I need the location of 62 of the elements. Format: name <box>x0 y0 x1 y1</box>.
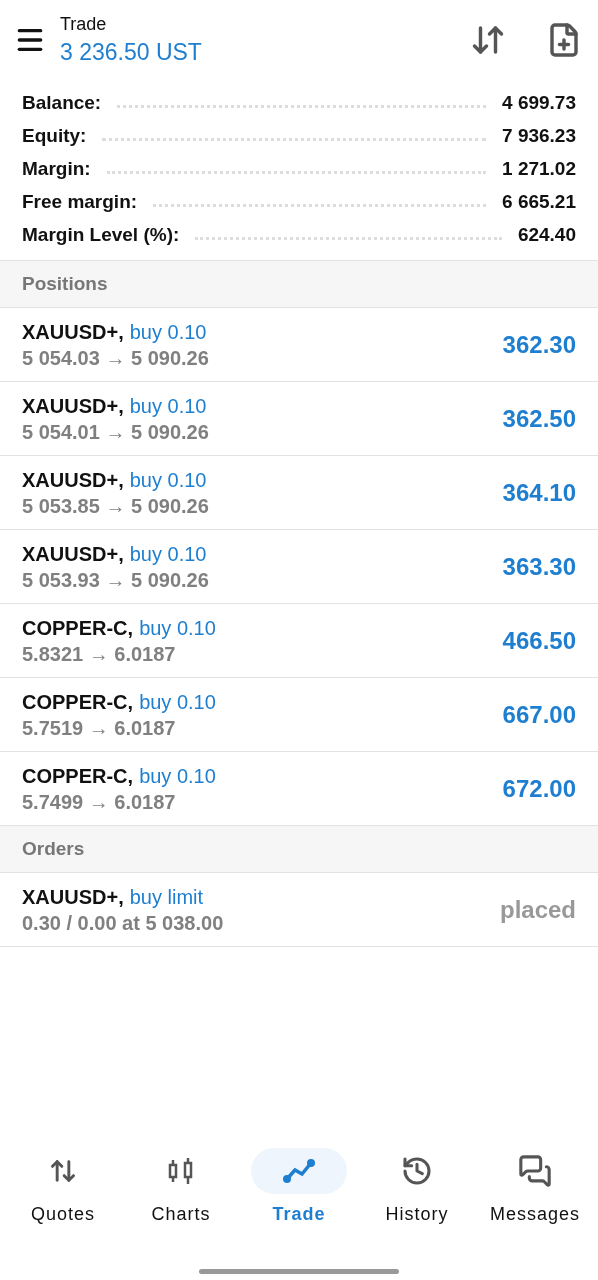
trade-side: buy 0.10 <box>139 690 216 714</box>
trade-side: buy 0.10 <box>139 616 216 640</box>
price-range: 5.7499 → 6.0187 <box>22 790 177 814</box>
account-balance: 3 236.50 UST <box>60 39 203 66</box>
nav-tab[interactable]: Messages <box>480 1148 590 1225</box>
up-down-arrows-icon <box>49 1157 77 1185</box>
summary-value: 7 936.23 <box>502 125 576 147</box>
summary-label: Margin: <box>22 158 91 180</box>
position-row[interactable]: COPPER-C, buy 0.10 5.8321 → 6.0187 466.50 <box>0 604 598 678</box>
summary-label: Balance: <box>22 92 102 114</box>
summary-label: Equity: <box>22 125 87 147</box>
profit-value: 466.50 <box>502 627 576 655</box>
price-range: 5 053.93 → 5 090.26 <box>22 568 210 592</box>
order-status: placed <box>499 896 576 924</box>
position-row[interactable]: XAUUSD+, buy 0.10 5 054.01 → 5 090.26 362.50 <box>0 382 598 456</box>
price-range: 5.8321 → 6.0187 <box>22 642 177 666</box>
trade-side: buy 0.10 <box>129 394 207 418</box>
candlestick-icon <box>167 1156 195 1186</box>
nav-tab[interactable]: Charts <box>126 1148 236 1225</box>
summary-value: 4 699.73 <box>502 92 576 114</box>
nav-tab[interactable]: Quotes <box>8 1148 118 1225</box>
position-row[interactable]: XAUUSD+, buy 0.10 5 053.85 → 5 090.26 364.10 <box>0 456 598 530</box>
trade-side: buy 0.10 <box>129 320 207 344</box>
history-icon <box>401 1155 433 1187</box>
profit-value: 667.00 <box>502 701 576 729</box>
trade-side: buy 0.10 <box>129 468 207 492</box>
messages-icon <box>518 1154 552 1188</box>
position-row[interactable]: COPPER-C, buy 0.10 5.7519 → 6.0187 667.00 <box>0 678 598 752</box>
profit-value: 363.30 <box>502 553 576 581</box>
price-range: 5 054.03 → 5 090.26 <box>22 346 210 370</box>
trade-side: buy 0.10 <box>139 764 216 788</box>
order-details: 0.30 / 0.00 at 5 038.00 <box>22 911 225 935</box>
summary-value: 6 665.21 <box>502 191 576 213</box>
symbol: XAUUSD+, <box>22 542 124 566</box>
symbol: COPPER-C, <box>22 764 134 788</box>
profit-value: 362.50 <box>502 405 576 433</box>
symbol: XAUUSD+, <box>22 885 124 909</box>
profit-value: 364.10 <box>502 479 576 507</box>
order-type: buy limit <box>129 885 204 909</box>
price-range: 5 054.01 → 5 090.26 <box>22 420 210 444</box>
line-chart-icon <box>282 1157 316 1185</box>
nav-tab[interactable]: History <box>362 1148 472 1225</box>
profit-value: 362.30 <box>502 331 576 359</box>
symbol: XAUUSD+, <box>22 320 124 344</box>
symbol: COPPER-C, <box>22 616 134 640</box>
symbol: XAUUSD+, <box>22 468 124 492</box>
symbol: XAUUSD+, <box>22 394 124 418</box>
price-range: 5 053.85 → 5 090.26 <box>22 494 210 518</box>
screen-title: Trade <box>60 14 108 35</box>
profit-value: 672.00 <box>502 775 576 803</box>
section-header: Positions <box>0 261 598 308</box>
price-range: 5.7519 → 6.0187 <box>22 716 177 740</box>
summary-value: 624.40 <box>517 224 576 246</box>
summary-label: Margin Level (%): <box>22 224 180 246</box>
summary-label: Free margin: <box>22 191 138 213</box>
summary-value: 1 271.02 <box>502 158 576 180</box>
position-row[interactable]: XAUUSD+, buy 0.10 5 053.93 → 5 090.26 363.30 <box>0 530 598 604</box>
section-header: Orders <box>0 826 598 873</box>
position-row[interactable]: XAUUSD+, buy 0.10 5 054.03 → 5 090.26 362.30 <box>0 308 598 382</box>
symbol: COPPER-C, <box>22 690 134 714</box>
order-row[interactable]: XAUUSD+, buy limit 0.30 / 0.00 at 5 038.00 placed <box>0 873 598 947</box>
trade-side: buy 0.10 <box>129 542 207 566</box>
